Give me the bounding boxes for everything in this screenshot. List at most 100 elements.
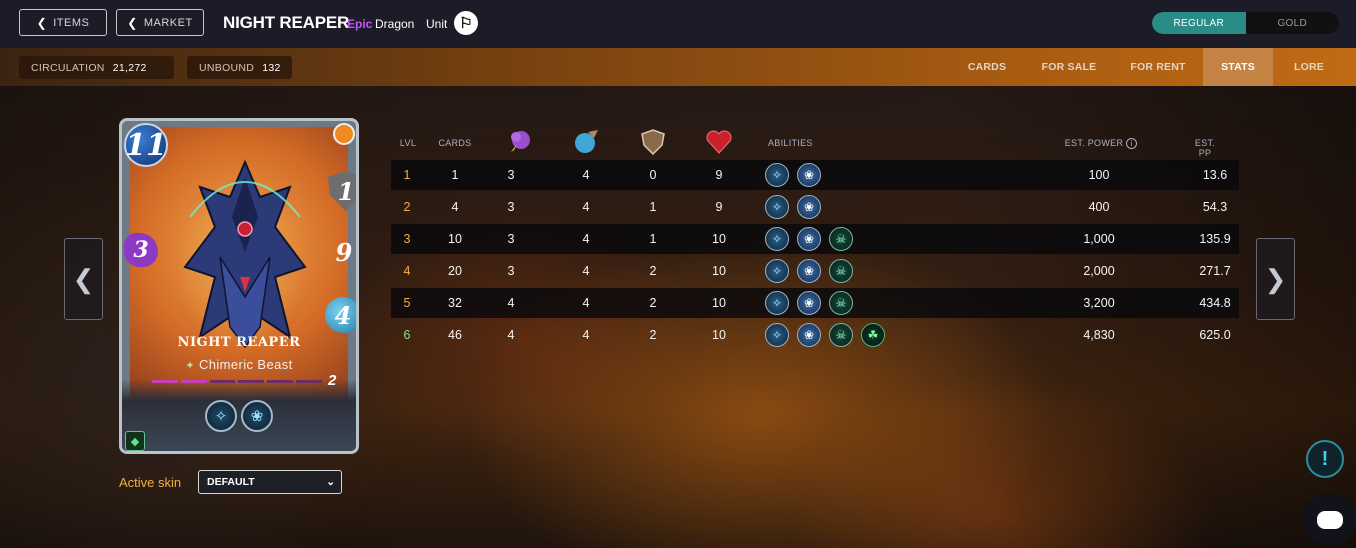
row-level: 1 [403,168,411,182]
next-card-arrow[interactable]: ❯ [1256,238,1295,320]
row-health: 10 [712,232,726,246]
heal-ability-icon[interactable]: ❀ [797,323,821,347]
row-armor: 2 [649,328,657,342]
poison-ability-icon[interactable]: ☠ [829,259,853,283]
row-power: 3,200 [1083,296,1115,310]
row-pp: 13.6 [1202,168,1228,182]
flying-ability-icon[interactable]: ✧ [765,291,789,315]
row-magic: 4 [507,296,515,310]
table-row: 4 20 3 4 2 10 2,000 271.7 ✧ ❀ ☠ [391,256,1239,286]
regular-gold-toggle[interactable]: REGULAR GOLD [1152,12,1339,34]
tab-lore[interactable]: LORE [1281,48,1337,86]
row-health: 10 [712,296,726,310]
table-row: 3 10 3 4 1 10 1,000 135.9 ✧ ❀ ☠ [391,224,1239,254]
table-row: 5 32 4 4 2 10 3,200 434.8 ✧ ❀ ☠ [391,288,1239,318]
active-skin-value: DEFAULT [207,476,255,488]
unbound-value: 132 [262,61,281,74]
market-back-button[interactable]: ❮ MARKET [116,9,204,36]
magic-attack-icon [511,131,530,152]
row-pp: 135.9 [1199,232,1231,246]
tab-cards[interactable]: CARDS [956,48,1018,86]
row-level: 2 [403,200,411,214]
items-back-button[interactable]: ❮ ITEMS [19,9,107,36]
tab-for-sale[interactable]: FOR SALE [1030,48,1108,86]
flying-ability-icon[interactable]: ✧ [765,259,789,283]
row-speed: 4 [582,264,590,278]
row-level: 3 [403,232,411,246]
info-icon[interactable]: i [1126,138,1138,150]
health-stat: 9 [324,225,356,281]
row-power: 100 [1088,168,1110,182]
card-subtype: ✦ Chimeric Beast [122,357,356,372]
magic-attack-stat: 3 [124,233,158,267]
active-skin-select[interactable]: DEFAULT ⌄ [198,470,342,494]
toggle-gold[interactable]: GOLD [1246,12,1340,34]
toggle-regular[interactable]: REGULAR [1152,12,1246,34]
heal-ability-icon[interactable]: ❀ [797,163,821,187]
row-pp: 625.0 [1199,328,1231,342]
unit-type-icon: ⚐ [454,11,478,35]
card-image: 11 1 9 4 3 NIGHT REAPER ✦Chimeric Beast … [119,118,359,454]
previous-card-arrow[interactable]: ❮ [64,238,103,320]
speed-stat: 4 [325,297,356,333]
heal-ability-icon[interactable]: ❀ [797,259,821,283]
speed-icon [575,130,598,153]
flying-icon: ✧ [205,400,237,432]
chevron-left-icon: ❮ [36,15,48,30]
rarity-label: Epic [347,17,373,31]
header-est-power-label: EST. POWER [1064,138,1124,148]
flying-ability-icon[interactable]: ✧ [765,227,789,251]
table-row: 1 1 3 4 0 9 100 13.6 ✧ ❀ [391,160,1239,190]
heal-ability-icon[interactable]: ❀ [797,195,821,219]
row-magic: 3 [507,200,515,214]
scavenger-ability-icon[interactable]: ☘ [861,323,885,347]
header-est-pp: EST. PP [1194,138,1216,158]
row-pp: 54.3 [1202,200,1228,214]
items-label: ITEMS [53,16,90,29]
card-level: 2 [328,372,337,389]
row-level: 5 [403,296,411,310]
row-power: 2,000 [1083,264,1115,278]
row-armor: 1 [649,200,657,214]
unbound-pill: UNBOUND 132 [187,56,292,79]
heal-ability-icon[interactable]: ❀ [797,227,821,251]
row-power: 400 [1088,200,1110,214]
row-pp: 271.7 [1199,264,1231,278]
row-magic: 3 [507,168,515,182]
chat-button[interactable] [1303,493,1356,546]
row-magic: 3 [507,232,515,246]
header-cards: CARDS [438,138,472,148]
tab-for-rent[interactable]: FOR RENT [1120,48,1196,86]
alert-icon[interactable]: ! [1306,440,1344,478]
row-health: 9 [715,168,723,182]
row-cards: 4 [451,200,459,214]
poison-ability-icon[interactable]: ☠ [829,323,853,347]
row-health: 10 [712,328,726,342]
row-speed: 4 [582,232,590,246]
table-row: 6 46 4 4 2 10 4,830 625.0 ✧ ❀ ☠ ☘ [391,320,1239,350]
tab-stats[interactable]: STATS [1203,48,1273,86]
unbound-label: UNBOUND [199,61,255,74]
poison-ability-icon[interactable]: ☠ [829,227,853,251]
row-cards: 32 [448,296,462,310]
table-row: 2 4 3 4 1 9 400 54.3 ✧ ❀ [391,192,1239,222]
row-speed: 4 [582,296,590,310]
sub-bar: CIRCULATION 21,272 UNBOUND 132 CARDS FOR… [0,48,1356,86]
flying-ability-icon[interactable]: ✧ [765,163,789,187]
card-name: NIGHT REAPER [177,335,301,350]
circulation-value: 21,272 [112,61,147,74]
flying-ability-icon[interactable]: ✧ [765,195,789,219]
row-health: 10 [712,264,726,278]
row-armor: 2 [649,296,657,310]
poison-ability-icon[interactable]: ☠ [829,291,853,315]
heal-ability-icon[interactable]: ❀ [797,291,821,315]
circulation-pill: CIRCULATION 21,272 [19,56,174,79]
armor-icon [641,129,665,156]
heal-icon: ❀ [241,400,273,432]
edition-icon: ◆ [125,431,145,451]
flying-ability-icon[interactable]: ✧ [765,323,789,347]
row-armor: 0 [649,168,657,182]
chevron-down-icon: ⌄ [326,476,335,488]
top-bar: ❮ ITEMS ❮ MARKET NIGHT REAPER Epic Drago… [0,0,1356,48]
row-armor: 2 [649,264,657,278]
